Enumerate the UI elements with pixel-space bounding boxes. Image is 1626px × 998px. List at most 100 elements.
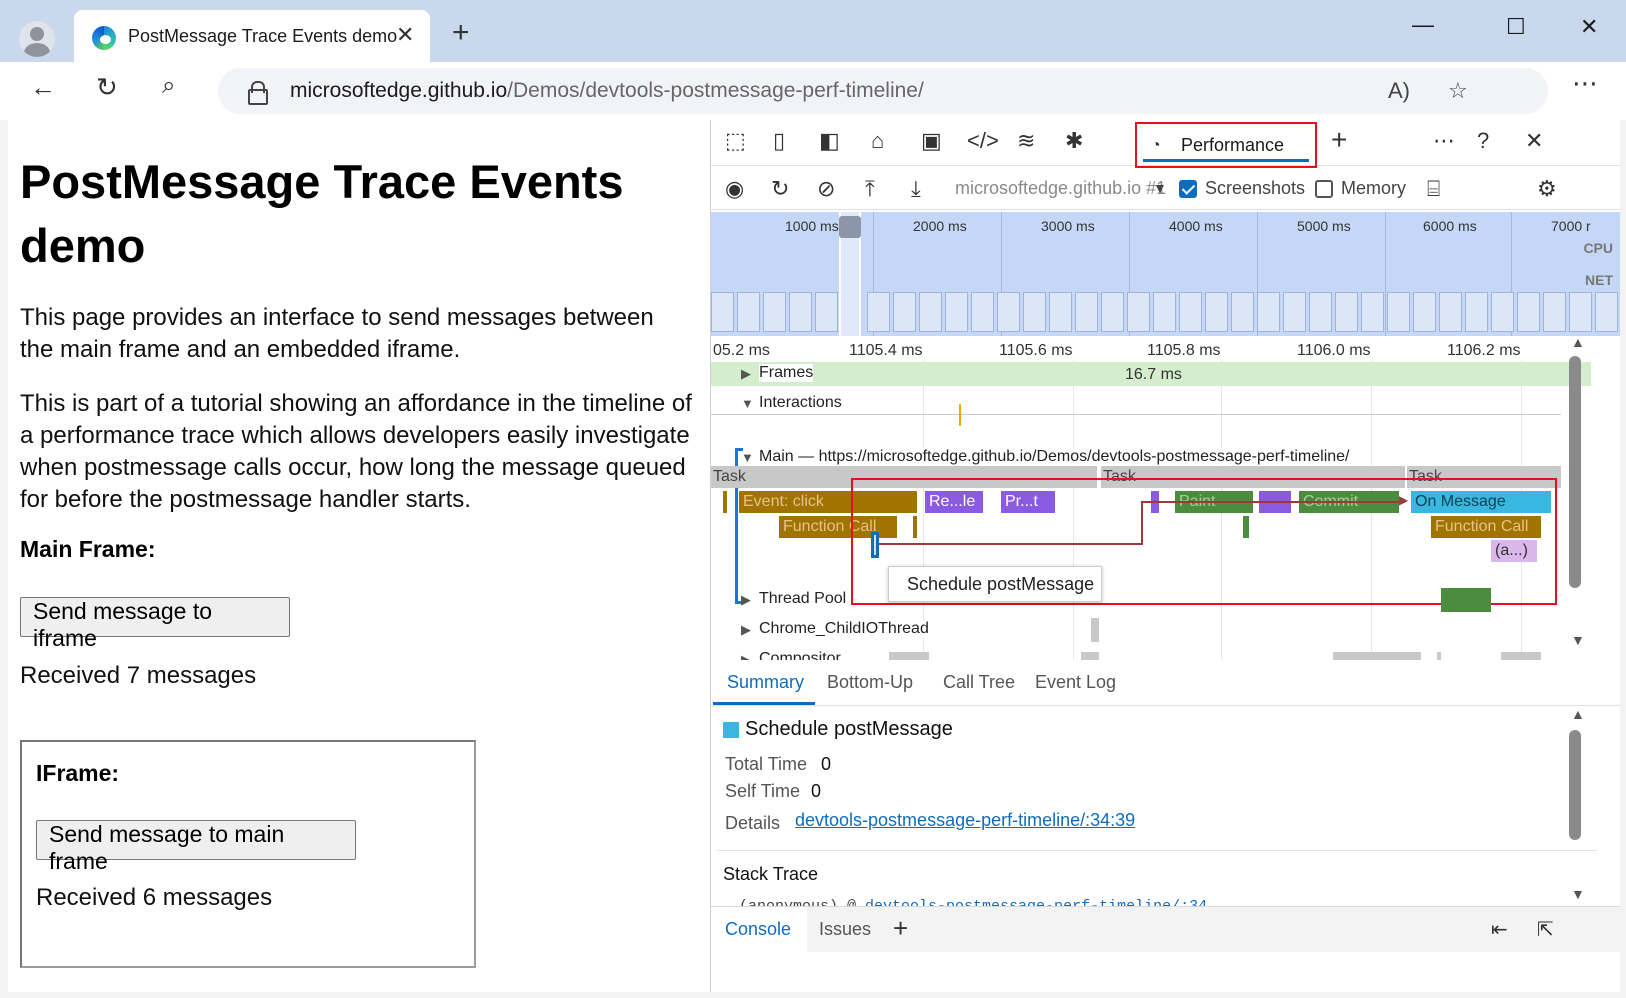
tab-summary[interactable]: Summary	[727, 672, 804, 693]
garbage-collect-icon[interactable]: ⌸	[1427, 176, 1440, 202]
details-source-link[interactable]: devtools-postmessage-perf-timeline/:34:3…	[795, 810, 1135, 831]
ruler-tick: 05.2 ms	[713, 342, 770, 359]
event-color-swatch	[723, 722, 739, 738]
tab-event-log[interactable]: Event Log	[1035, 672, 1116, 693]
timeline-scrollbar[interactable]	[1569, 356, 1581, 588]
back-arrow-icon[interactable]: ←	[30, 72, 56, 103]
performance-toolbar: ◉ ↻ ⊘ ⤒ ⤓ microsoftedge.github.io #1 ▼ S…	[711, 166, 1620, 210]
read-aloud-icon[interactable]: A)	[1388, 78, 1410, 104]
tab-title: PostMessage Trace Events demo	[128, 26, 398, 46]
welcome-home-icon[interactable]: ⌂	[871, 128, 884, 154]
console-tool-icon[interactable]: ▣	[921, 128, 942, 154]
refresh-icon[interactable]: ↻	[96, 72, 118, 103]
frame-duration: 16.7 ms	[1125, 366, 1182, 383]
compositor-slice[interactable]	[1501, 652, 1541, 660]
close-window-button[interactable]: ✕	[1580, 14, 1598, 40]
minimize-button[interactable]: —	[1412, 12, 1434, 38]
compositor-slice[interactable]	[1081, 652, 1099, 660]
compositor-slice[interactable]	[1437, 652, 1441, 660]
overview-selection-handle[interactable]	[839, 216, 861, 238]
close-devtools-icon[interactable]: ✕	[1525, 128, 1543, 154]
screenshots-checkbox[interactable]	[1179, 180, 1197, 198]
main-track-label: Main — https://microsoftedge.github.io/D…	[759, 448, 1350, 466]
compositor-slice[interactable]	[1333, 652, 1421, 660]
ruler-tick: 1105.6 ms	[999, 342, 1073, 359]
tab-strip: PostMessage Trace Events demo ✕ + — ☐ ✕	[0, 0, 1626, 62]
thread-pool-slice[interactable]	[1441, 588, 1491, 612]
maximize-button[interactable]: ☐	[1506, 14, 1526, 40]
overview-net-label: NET	[1585, 272, 1613, 288]
new-tab-button[interactable]: +	[452, 18, 470, 48]
upload-profile-icon[interactable]: ⤒	[865, 176, 875, 202]
expand-compositor-icon[interactable]: ▶	[741, 652, 751, 660]
devtools-panel: ⬚ ▯ ◧ ⌂ ▣ </> ≋ ✱ ◔ Performance + ⋯ ? ✕ …	[710, 120, 1620, 992]
send-to-main-frame-button[interactable]: Send message to main frame	[36, 820, 356, 874]
timeline-scroll-down-icon[interactable]: ▼	[1571, 632, 1585, 648]
timeline-overview[interactable]: 1000 ms 2000 ms 3000 ms 4000 ms 5000 ms …	[711, 212, 1620, 336]
overview-tick: 4000 ms	[1169, 218, 1223, 234]
tab-performance[interactable]: ◔ Performance	[1135, 122, 1317, 168]
compositor-slice[interactable]	[889, 652, 929, 660]
browser-tab[interactable]: PostMessage Trace Events demo ✕	[74, 10, 430, 62]
send-to-iframe-button[interactable]: Send message to iframe	[20, 597, 290, 651]
web-page: PostMessage Trace Events demo This page …	[8, 120, 710, 992]
help-icon[interactable]: ?	[1477, 128, 1489, 154]
flame-event[interactable]	[723, 491, 727, 513]
overview-tick: 6000 ms	[1423, 218, 1477, 234]
sources-debug-icon[interactable]: ✱	[1065, 128, 1083, 154]
clear-icon[interactable]: ⊘	[817, 176, 835, 202]
lock-icon[interactable]	[248, 81, 268, 105]
thread-pool-track-label: Thread Pool	[759, 590, 847, 608]
collapse-interactions-icon[interactable]: ▼	[741, 396, 754, 411]
dock-drawer-icon[interactable]: ⇤	[1491, 917, 1508, 942]
overview-tick: 2000 ms	[913, 218, 967, 234]
tab-call-tree[interactable]: Call Tree	[943, 672, 1015, 693]
device-emulation-icon[interactable]: ▯	[773, 128, 785, 154]
ruler-tick: 1106.0 ms	[1297, 342, 1371, 359]
summary-scroll-down-icon[interactable]: ▼	[1571, 886, 1585, 902]
reload-record-icon[interactable]: ↻	[771, 176, 789, 202]
network-tool-icon[interactable]: ≋	[1017, 128, 1035, 154]
drawer-add-tab-button[interactable]: +	[893, 913, 908, 944]
capture-settings-gear-icon[interactable]: ⚙	[1537, 176, 1557, 202]
url-text[interactable]: microsoftedge.github.io/Demos/devtools-p…	[290, 79, 924, 103]
interaction-marker[interactable]	[959, 404, 961, 426]
tab-bottom-up[interactable]: Bottom-Up	[827, 672, 913, 693]
ruler-tick: 1105.4 ms	[849, 342, 923, 359]
profile-avatar[interactable]	[19, 21, 55, 57]
close-drawer-icon[interactable]: ⇱	[1537, 917, 1554, 942]
memory-label: Memory	[1341, 178, 1407, 198]
dock-side-icon[interactable]: ◧	[819, 128, 840, 154]
elements-tool-icon[interactable]: </>	[967, 128, 999, 154]
iframe-label: IFrame:	[36, 760, 120, 786]
record-icon[interactable]: ◉	[725, 176, 744, 202]
more-menu-icon[interactable]: ⋯	[1572, 68, 1598, 99]
inspect-element-icon[interactable]: ⬚	[725, 128, 746, 154]
drawer-tab-console[interactable]: Console	[711, 907, 808, 953]
main-received-count: Received 7 messages	[20, 662, 257, 689]
overview-tick: 1000 ms	[785, 218, 839, 234]
compositor-track[interactable]: ▶ Compositor	[711, 648, 1591, 660]
drawer-tab-issues[interactable]: Issues	[819, 919, 871, 940]
search-icon[interactable]: ⌕	[162, 72, 175, 100]
expand-child-io-icon[interactable]: ▶	[741, 622, 751, 638]
more-tools-icon[interactable]: ⋯	[1433, 128, 1455, 154]
collapse-main-icon[interactable]: ▼	[741, 450, 754, 465]
embedded-iframe: IFrame: Send message to main frame Recei…	[20, 740, 476, 968]
expand-thread-pool-icon[interactable]: ▶	[741, 592, 751, 608]
timeline-scroll-up-icon[interactable]: ▲	[1571, 334, 1585, 350]
download-profile-icon[interactable]: ⤓	[911, 176, 921, 202]
chevron-down-icon[interactable]: ▼	[1153, 180, 1167, 196]
add-tool-button[interactable]: +	[1331, 124, 1347, 156]
summary-scrollbar[interactable]	[1569, 730, 1581, 840]
summary-scroll-up-icon[interactable]: ▲	[1571, 706, 1585, 722]
tab-close-icon[interactable]: ✕	[396, 22, 414, 48]
performance-gauge-icon: ◔	[1151, 137, 1161, 154]
target-select[interactable]: microsoftedge.github.io #1	[955, 178, 1166, 199]
child-io-slice[interactable]	[1091, 618, 1099, 642]
timeline-ruler: 05.2 ms 1105.4 ms 1105.6 ms 1105.8 ms 11…	[711, 336, 1611, 360]
memory-checkbox[interactable]	[1315, 180, 1333, 198]
address-input[interactable]: microsoftedge.github.io/Demos/devtools-p…	[218, 68, 1548, 114]
favorite-star-icon[interactable]: ☆	[1448, 78, 1468, 104]
expand-frames-icon[interactable]: ▶	[741, 366, 751, 382]
